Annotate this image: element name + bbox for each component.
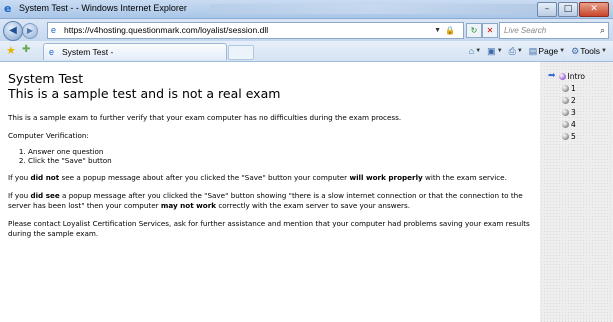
page-subtitle: This is a sample test and is not a real … bbox=[8, 86, 281, 101]
current-arrow-icon: ➡ bbox=[548, 71, 556, 81]
did-not-see-paragraph: If you did not see a popup message about… bbox=[8, 173, 507, 182]
tab-page-icon: e bbox=[49, 47, 55, 57]
verification-steps: Answer one question Click the "Save" but… bbox=[8, 147, 536, 165]
refresh-button[interactable]: ↻ bbox=[466, 23, 482, 38]
minimize-button[interactable]: – bbox=[537, 2, 557, 17]
tools-menu[interactable]: ⚙ Tools ▼ bbox=[571, 44, 607, 58]
window-title-bar: e System Test - - Windows Internet Explo… bbox=[0, 0, 613, 19]
search-placeholder: Live Search bbox=[504, 26, 547, 35]
page-title: System Test bbox=[8, 71, 84, 86]
nav-item-label: 2 bbox=[571, 96, 576, 105]
page-content: System Test This is a sample test and is… bbox=[0, 62, 540, 322]
question-navigation: ➡ Intro 1 2 3 4 5 bbox=[540, 62, 613, 322]
nav-item-5[interactable]: 5 bbox=[562, 131, 576, 142]
feeds-button[interactable]: ▣ ▼ bbox=[487, 44, 502, 58]
nav-bullet-icon bbox=[562, 133, 569, 140]
nav-item-label: 5 bbox=[571, 132, 576, 141]
nav-bullet-icon bbox=[562, 97, 569, 104]
tools-gear-icon: ⚙ bbox=[571, 46, 580, 56]
search-input[interactable]: Live Search ⌕ bbox=[499, 22, 609, 39]
url-text: https://v4hosting.questionmark.com/loyal… bbox=[64, 25, 269, 35]
stop-icon: ✕ bbox=[486, 26, 494, 35]
search-icon[interactable]: ⌕ bbox=[600, 23, 605, 38]
tab-system-test[interactable]: e System Test - bbox=[43, 43, 227, 60]
step-item: Click the "Save" button bbox=[28, 156, 536, 165]
nav-bullet-icon bbox=[562, 85, 569, 92]
nav-bullet-icon bbox=[562, 121, 569, 128]
contact-paragraph: Please contact Loyalist Certification Se… bbox=[8, 219, 530, 238]
back-arrow-icon: ◀ bbox=[9, 25, 17, 36]
address-toolbar: ◀ ▶ e https://v4hosting.questionmark.com… bbox=[0, 19, 613, 41]
nav-bullet-icon bbox=[562, 109, 569, 116]
nav-item-label: Intro bbox=[567, 72, 585, 81]
tools-menu-label: Tools bbox=[580, 46, 601, 56]
stop-button[interactable]: ✕ bbox=[482, 23, 498, 38]
command-bar: ⌂ ▼ ▣ ▼ ⎙ ▼ ▤ Page ▼ ⚙ Tools ▼ bbox=[469, 44, 607, 58]
refresh-icon: ↻ bbox=[470, 26, 478, 35]
page-menu-icon: ▤ bbox=[528, 46, 538, 56]
print-icon: ⎙ bbox=[508, 46, 516, 56]
nav-item-label: 1 bbox=[571, 84, 576, 93]
print-button[interactable]: ⎙ ▼ bbox=[509, 44, 523, 58]
url-dropdown-icon[interactable]: ▼ bbox=[434, 23, 441, 38]
step-item: Answer one question bbox=[28, 147, 536, 156]
verification-heading: Computer Verification: bbox=[8, 131, 89, 140]
add-favorites-icon[interactable]: ✚ bbox=[22, 44, 30, 55]
home-button[interactable]: ⌂ ▼ bbox=[469, 44, 481, 58]
did-see-paragraph: If you did see a popup message after you… bbox=[8, 191, 523, 210]
nav-item-label: 3 bbox=[571, 108, 576, 117]
close-button[interactable]: ✕ bbox=[579, 2, 609, 17]
ie-logo-icon: e bbox=[4, 2, 12, 15]
maximize-button[interactable]: □ bbox=[558, 2, 578, 17]
nav-bullet-icon bbox=[558, 73, 566, 80]
nav-item-label: 4 bbox=[571, 120, 576, 129]
back-button[interactable]: ◀ bbox=[3, 21, 23, 41]
window-title: System Test - - Windows Internet Explore… bbox=[19, 3, 187, 13]
nav-item-1[interactable]: 1 bbox=[562, 83, 576, 94]
url-input[interactable]: e https://v4hosting.questionmark.com/loy… bbox=[47, 22, 464, 39]
lock-icon[interactable]: 🔒 bbox=[445, 23, 455, 38]
forward-arrow-icon: ▶ bbox=[26, 26, 34, 35]
feeds-icon: ▣ bbox=[487, 46, 496, 56]
tab-bar: ★ ✚ e System Test - ⌂ ▼ ▣ ▼ ⎙ ▼ ▤ Page ▼ ⚙ T… bbox=[0, 41, 613, 62]
new-tab-button[interactable] bbox=[228, 45, 254, 60]
favorites-star-icon[interactable]: ★ bbox=[6, 44, 16, 57]
blurred-taskbar-area bbox=[210, 4, 540, 14]
home-icon: ⌂ bbox=[468, 46, 475, 56]
page-menu-label: Page bbox=[538, 46, 559, 56]
tab-label: System Test - bbox=[62, 47, 114, 57]
nav-item-3[interactable]: 3 bbox=[562, 107, 576, 118]
page-menu[interactable]: ▤ Page ▼ bbox=[529, 44, 565, 58]
intro-text: This is a sample exam to further verify … bbox=[8, 113, 402, 122]
forward-button[interactable]: ▶ bbox=[22, 23, 38, 39]
nav-item-intro[interactable]: ➡ Intro bbox=[548, 71, 585, 82]
nav-item-2[interactable]: 2 bbox=[562, 95, 576, 106]
nav-item-4[interactable]: 4 bbox=[562, 119, 576, 130]
page-icon: e bbox=[51, 25, 57, 35]
